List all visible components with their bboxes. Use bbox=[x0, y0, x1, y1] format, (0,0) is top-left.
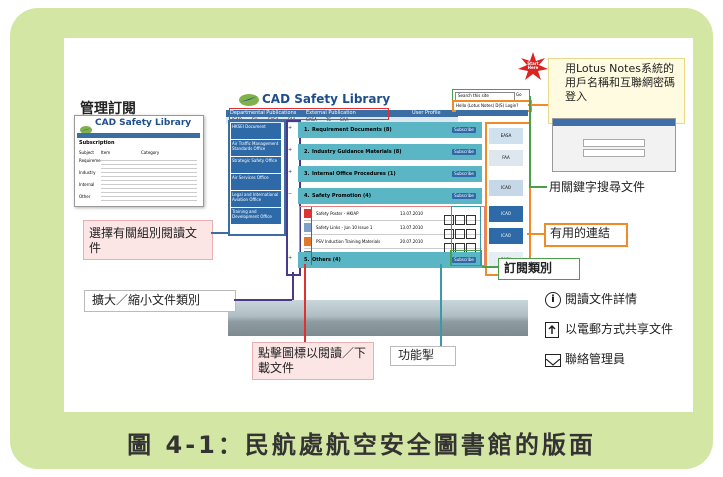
legend-panel: i 閱讀文件詳情 以電郵方式共享文件 聯絡管理員 bbox=[545, 290, 685, 390]
sub-navbar bbox=[77, 133, 200, 138]
sub-lines bbox=[101, 157, 197, 201]
start-here-badge: Start Here bbox=[518, 52, 548, 82]
library-title: CAD Safety Library bbox=[262, 92, 391, 106]
function-key-callout: 功能掣 bbox=[398, 348, 435, 362]
group-pointer-line bbox=[211, 232, 228, 234]
expand-pointer-v bbox=[292, 272, 294, 300]
sub-group-4: Other bbox=[79, 194, 91, 199]
subscribe-pointer-line bbox=[482, 266, 498, 268]
sub-heading: Subscription bbox=[79, 140, 115, 146]
toggle-2[interactable]: + bbox=[288, 147, 292, 153]
toggle-3[interactable]: + bbox=[288, 169, 292, 175]
category-num-2: 2. bbox=[304, 149, 310, 155]
sub-col-item: Item bbox=[101, 150, 111, 155]
subscribe-button-2[interactable]: Subscribe bbox=[452, 149, 476, 155]
keyword-search-callout: 用關鍵字搜尋文件 bbox=[549, 180, 646, 194]
dialog-pass-field[interactable] bbox=[583, 149, 645, 157]
menu-item-hksei[interactable]: HKSEI Document bbox=[231, 123, 281, 139]
toggle-5[interactable]: + bbox=[288, 255, 292, 261]
legend-detail: 閱讀文件詳情 bbox=[565, 292, 638, 306]
sub-group-3: Internal bbox=[79, 182, 95, 187]
info-legend-icon: i bbox=[545, 292, 561, 308]
menu-item-strategic[interactable]: Strategic Safety Office bbox=[231, 157, 281, 173]
login-dialog-screenshot bbox=[552, 118, 676, 172]
login-pointer-line bbox=[528, 104, 548, 106]
category-num-1: 1. bbox=[304, 127, 310, 133]
category-num-4: 4. bbox=[304, 193, 310, 199]
right-header-bar bbox=[456, 110, 528, 116]
link-faa[interactable]: FAA bbox=[489, 150, 523, 166]
category-label-4: Safety Promotion (4) bbox=[312, 193, 372, 199]
search-pointer-line bbox=[529, 96, 531, 186]
category-row-1[interactable]: + 1. Requirement Documents (8) Subscribe bbox=[288, 122, 482, 138]
menu-item-air-services[interactable]: Air Services Office bbox=[231, 174, 281, 190]
runway-image bbox=[228, 300, 528, 336]
sub-table: Subject Item Category Requirement Indust… bbox=[79, 150, 199, 202]
toggle-1[interactable]: + bbox=[288, 125, 292, 131]
category-label-2: Industry Guidance Materials (8) bbox=[312, 149, 402, 155]
link-icao-2[interactable]: ICAO bbox=[489, 206, 523, 222]
function-pointer-line bbox=[440, 264, 442, 346]
link-icao-1[interactable]: ICAO bbox=[489, 180, 523, 196]
expand-pointer-h bbox=[234, 299, 292, 301]
subscribe-category-callout: 訂閱類別 bbox=[504, 261, 553, 275]
links-pointer-line bbox=[527, 233, 544, 235]
category-row-4[interactable]: − 4. Safety Promotion (4) Subscribe bbox=[288, 188, 482, 204]
legend-share: 以電郵方式共享文件 bbox=[565, 322, 674, 336]
subscribe-highlight bbox=[450, 250, 482, 266]
click-icon-callout: 點擊圖標以閱讀／下載文件 bbox=[258, 346, 367, 375]
sub-col-subject: Subject bbox=[79, 150, 94, 155]
tabs-highlight bbox=[229, 108, 389, 120]
select-group-callout: 選擇有關組別閱讀文件 bbox=[89, 226, 198, 255]
manage-subscription-label: 管理訂閱 bbox=[80, 101, 136, 117]
start-here-text: Start Here bbox=[527, 61, 539, 71]
library-logo-icon bbox=[238, 92, 260, 108]
expand-collapse-callout: 擴大／縮小文件類別 bbox=[92, 293, 201, 307]
category-label-1: Requirement Documents (8) bbox=[312, 127, 392, 133]
toggle-4[interactable]: − bbox=[288, 191, 292, 197]
logo-icon bbox=[79, 120, 93, 134]
mail-legend-icon bbox=[545, 354, 561, 367]
dialog-user-field[interactable] bbox=[583, 139, 645, 147]
menu-item-legal[interactable]: Legal and International Aviation Office bbox=[231, 191, 281, 207]
legend-contact: 聯絡管理員 bbox=[565, 352, 626, 366]
figure-caption: 圖 4-1：民航處航空安全圖書館的版面 bbox=[127, 431, 596, 459]
category-row-2[interactable]: + 2. Industry Guidance Materials (8) Sub… bbox=[288, 144, 482, 160]
subscribe-button-1[interactable]: Subscribe bbox=[452, 127, 476, 133]
search-pointer-h bbox=[529, 186, 547, 188]
dialog-titlebar bbox=[553, 119, 675, 126]
user-profile-link[interactable]: User Profile bbox=[412, 110, 441, 116]
subscribe-button-3[interactable]: Subscribe bbox=[452, 171, 476, 177]
link-icao-3[interactable]: ICAO bbox=[489, 228, 523, 244]
menu-item-atm[interactable]: Air Traffic Management Standards Office bbox=[231, 140, 281, 156]
click-pointer-line bbox=[304, 264, 306, 342]
menu-item-training[interactable]: Training and Development Office bbox=[231, 208, 281, 224]
subscription-screenshot: CAD Safety Library Subscription Subject … bbox=[74, 115, 204, 207]
category-label-3: Internal Office Procedures (1) bbox=[312, 171, 396, 177]
subscribe-button-4[interactable]: Subscribe bbox=[452, 193, 476, 199]
share-legend-icon bbox=[545, 322, 559, 338]
login-callout: 用Lotus Notes系統的用戶名稱和互聯網密碼登入 bbox=[565, 62, 675, 103]
category-num-3: 3. bbox=[304, 171, 310, 177]
sub-group-2: Industry bbox=[79, 170, 96, 175]
category-row-3[interactable]: + 3. Internal Office Procedures (1) Subs… bbox=[288, 166, 482, 182]
sub-library-title: CAD Safety Library bbox=[95, 118, 192, 128]
link-easa[interactable]: EASA bbox=[489, 128, 523, 144]
sub-col-category: Category bbox=[141, 150, 160, 155]
useful-links-callout: 有用的連結 bbox=[550, 226, 611, 240]
